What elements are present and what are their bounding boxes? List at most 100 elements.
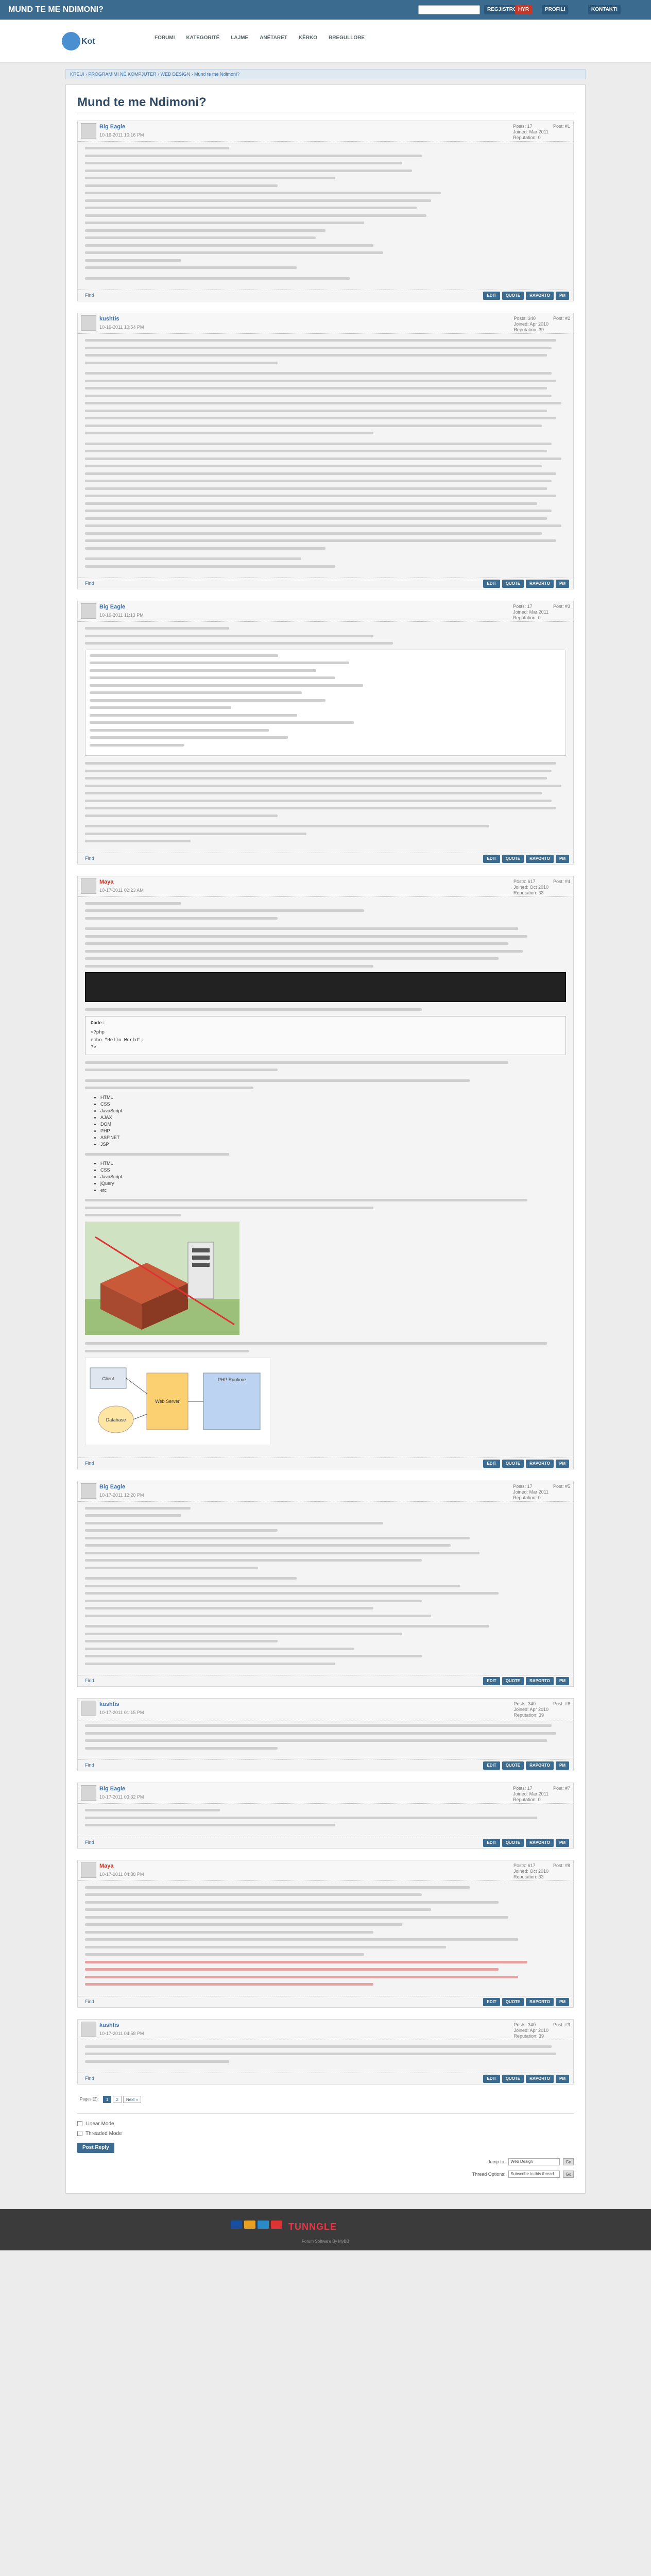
edit-button[interactable]: EDIT xyxy=(483,1761,500,1770)
find-posts-link[interactable]: Find xyxy=(85,1840,94,1845)
post-reply-button[interactable]: Post Reply xyxy=(77,2143,114,2153)
edit-button[interactable]: EDIT xyxy=(483,1997,500,2006)
nav-item[interactable]: RREGULLORE xyxy=(329,35,365,41)
post-body xyxy=(78,1502,573,1675)
post-author[interactable]: Big Eagle xyxy=(99,1484,125,1490)
report-button[interactable]: RAPORTO xyxy=(526,1761,554,1770)
post-number[interactable]: Post: #8 xyxy=(553,1863,570,1868)
post-number[interactable]: Post: #2 xyxy=(553,316,570,321)
page-link[interactable]: 2 xyxy=(113,2096,122,2103)
search-input[interactable] xyxy=(418,5,480,14)
edit-button[interactable]: EDIT xyxy=(483,854,500,863)
report-button[interactable]: RAPORTO xyxy=(526,1838,554,1847)
post-number[interactable]: Post: #6 xyxy=(553,1701,570,1706)
find-posts-link[interactable]: Find xyxy=(85,2076,94,2081)
post-number[interactable]: Post: #3 xyxy=(553,604,570,609)
edit-button[interactable]: EDIT xyxy=(483,1677,500,1685)
threaded-mode-option[interactable]: Threaded Mode xyxy=(77,2131,574,2137)
find-posts-link[interactable]: Find xyxy=(85,1762,94,1768)
thread-options-select[interactable]: Subscribe to this thread xyxy=(508,2171,560,2178)
site-logo[interactable]: Kot xyxy=(62,29,103,54)
find-posts-link[interactable]: Find xyxy=(85,1461,94,1466)
nav-item[interactable]: FORUMI xyxy=(155,35,175,41)
pm-button[interactable]: PM xyxy=(556,1997,569,2006)
nav-item[interactable]: LAJME xyxy=(231,35,248,41)
post-author[interactable]: kushtis xyxy=(99,1701,119,1707)
post-body: Code: <?php echo "Hello World"; ?> HTML … xyxy=(78,897,573,1458)
report-button[interactable]: RAPORTO xyxy=(526,1459,554,1468)
avatar[interactable] xyxy=(81,1483,96,1499)
thread-options-row: Thread Options: Subscribe to this thread… xyxy=(77,2171,574,2178)
avatar[interactable] xyxy=(81,2021,96,2037)
find-posts-link[interactable]: Find xyxy=(85,856,94,861)
post-number[interactable]: Post: #5 xyxy=(553,1484,570,1489)
quote-button[interactable]: QUOTE xyxy=(502,1761,524,1770)
pm-button[interactable]: PM xyxy=(556,1677,569,1685)
avatar[interactable] xyxy=(81,1785,96,1801)
edit-button[interactable]: EDIT xyxy=(483,1838,500,1847)
report-button[interactable]: RAPORTO xyxy=(526,2075,554,2083)
profile-button[interactable]: PROFILI xyxy=(542,5,569,14)
report-button[interactable]: RAPORTO xyxy=(526,292,554,300)
login-button[interactable]: HYR xyxy=(515,5,533,14)
pm-button[interactable]: PM xyxy=(556,1761,569,1770)
avatar[interactable] xyxy=(81,603,96,619)
quote-button[interactable]: QUOTE xyxy=(502,580,524,588)
database-label: Database xyxy=(106,1417,126,1422)
report-button[interactable]: RAPORTO xyxy=(526,1997,554,2006)
avatar[interactable] xyxy=(81,1701,96,1716)
forum-jump-go-button[interactable]: Go xyxy=(563,2158,574,2165)
nav-item[interactable]: ANËTARËT xyxy=(260,35,287,41)
quote-button[interactable]: QUOTE xyxy=(502,2075,524,2083)
post-author[interactable]: Big Eagle xyxy=(99,1786,125,1792)
nav-item[interactable]: KËRKO xyxy=(299,35,317,41)
edit-button[interactable]: EDIT xyxy=(483,1459,500,1468)
find-posts-link[interactable]: Find xyxy=(85,293,94,298)
post-number[interactable]: Post: #4 xyxy=(553,879,570,884)
edit-button[interactable]: EDIT xyxy=(483,580,500,588)
quote-button[interactable]: QUOTE xyxy=(502,1997,524,2006)
avatar[interactable] xyxy=(81,878,96,894)
post-number[interactable]: Post: #7 xyxy=(553,1786,570,1791)
pm-button[interactable]: PM xyxy=(556,292,569,300)
forum-jump-select[interactable]: Web Design xyxy=(508,2158,560,2165)
post-author[interactable]: Big Eagle xyxy=(99,124,125,130)
pm-button[interactable]: PM xyxy=(556,2075,569,2083)
avatar[interactable] xyxy=(81,1862,96,1878)
find-posts-link[interactable]: Find xyxy=(85,1678,94,1683)
post-number[interactable]: Post: #1 xyxy=(553,124,570,129)
thread-options-go-button[interactable]: Go xyxy=(563,2171,574,2178)
nav-item[interactable]: KATEGORITË xyxy=(186,35,219,41)
avatar[interactable] xyxy=(81,315,96,331)
post-author[interactable]: Maya xyxy=(99,1863,114,1869)
post-author[interactable]: Maya xyxy=(99,879,114,885)
quote-button[interactable]: QUOTE xyxy=(502,1459,524,1468)
pm-button[interactable]: PM xyxy=(556,1838,569,1847)
find-posts-link[interactable]: Find xyxy=(85,581,94,586)
post-author[interactable]: kushtis xyxy=(99,2022,119,2028)
pm-button[interactable]: PM xyxy=(556,1459,569,1468)
linear-mode-option[interactable]: Linear Mode xyxy=(77,2121,574,2127)
post-author[interactable]: Big Eagle xyxy=(99,604,125,610)
edit-button[interactable]: EDIT xyxy=(483,2075,500,2083)
breadcrumb[interactable]: KREUI › PROGRAMIMI NË KOMPJUTER › WEB DE… xyxy=(65,69,586,79)
post: kushtis 10-17-2011 04:58 PM Posts: 340 J… xyxy=(77,2019,574,2084)
edit-button[interactable]: EDIT xyxy=(483,292,500,300)
report-button[interactable]: RAPORTO xyxy=(526,1677,554,1685)
post-number[interactable]: Post: #9 xyxy=(553,2022,570,2027)
pm-button[interactable]: PM xyxy=(556,580,569,588)
tunngle-logo[interactable]: TUNNGLE xyxy=(288,2222,337,2232)
quote-button[interactable]: QUOTE xyxy=(502,292,524,300)
page-link-current[interactable]: 1 xyxy=(102,2096,112,2103)
contact-button[interactable]: KONTAKTI xyxy=(588,5,621,14)
find-posts-link[interactable]: Find xyxy=(85,1999,94,2004)
report-button[interactable]: RAPORTO xyxy=(526,580,554,588)
post-author[interactable]: kushtis xyxy=(99,316,119,322)
pm-button[interactable]: PM xyxy=(556,854,569,863)
quote-button[interactable]: QUOTE xyxy=(502,1677,524,1685)
quote-button[interactable]: QUOTE xyxy=(502,854,524,863)
quote-button[interactable]: QUOTE xyxy=(502,1838,524,1847)
report-button[interactable]: RAPORTO xyxy=(526,854,554,863)
avatar[interactable] xyxy=(81,123,96,139)
page-next-link[interactable]: Next » xyxy=(123,2096,141,2103)
